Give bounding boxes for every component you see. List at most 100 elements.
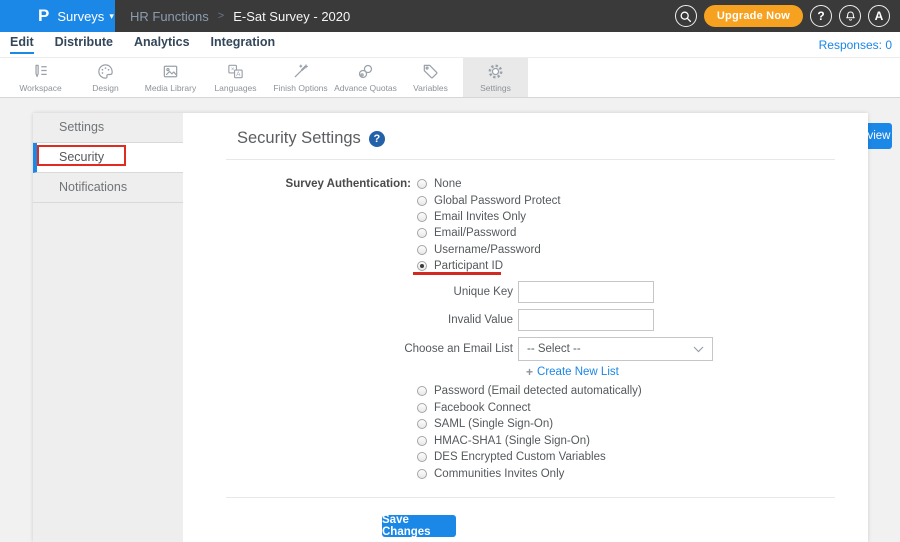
sidebar-item-label: Security <box>59 150 104 164</box>
product-label: Surveys <box>57 9 104 24</box>
radio-option-des-encrypted-custom-variables[interactable]: DES Encrypted Custom Variables <box>417 449 642 466</box>
tool-label: Variables <box>413 83 448 93</box>
chevron-down-icon <box>693 346 704 353</box>
design-icon <box>96 62 115 81</box>
page-title-text: Security Settings <box>237 129 361 148</box>
sidebar-item-notifications[interactable]: Notifications <box>33 173 183 203</box>
auth-options-bottom: Password (Email detected automatically) … <box>417 383 642 482</box>
plus-icon: + <box>526 365 533 379</box>
radio-option-email-password[interactable]: Email/Password <box>417 225 561 241</box>
responses-count[interactable]: Responses: 0 <box>819 38 892 52</box>
radio-icon <box>417 436 427 446</box>
questionpro-logo-icon: P <box>38 6 49 26</box>
page-title: Security Settings ? <box>237 129 385 148</box>
radio-option-participant-id[interactable]: Participant ID <box>417 258 561 274</box>
tool-settings[interactable]: Settings <box>463 58 528 97</box>
title-divider <box>226 159 835 160</box>
tool-label: Media Library <box>145 83 197 93</box>
topbar-actions: Upgrade Now ? A <box>675 5 900 27</box>
advance-quotas-icon <box>356 62 375 81</box>
tool-label: Design <box>92 83 118 93</box>
footer-divider <box>226 497 835 498</box>
avatar[interactable]: A <box>868 5 890 27</box>
search-button[interactable] <box>675 5 697 27</box>
languages-icon: ×A <box>226 62 245 81</box>
tab-edit[interactable]: Edit <box>10 35 34 54</box>
unique-key-label: Unique Key <box>183 286 518 298</box>
radio-icon <box>417 212 427 222</box>
radio-icon <box>417 386 427 396</box>
settings-sidebar: Settings Security Notifications <box>33 113 183 542</box>
unique-key-input[interactable] <box>518 281 654 303</box>
radio-icon <box>417 469 427 479</box>
settings-panel: Settings Security Notifications Security… <box>33 113 868 542</box>
bell-icon <box>844 10 857 23</box>
survey-authentication-row: Survey Authentication: None Global Passw… <box>183 176 561 274</box>
sidebar-item-security[interactable]: Security <box>33 143 183 173</box>
tool-label: Finish Options <box>273 83 327 93</box>
tool-finish-options[interactable]: Finish Options <box>268 58 333 97</box>
tool-design[interactable]: Design <box>73 58 138 97</box>
radio-option-saml-sso[interactable]: SAML (Single Sign-On) <box>417 416 642 433</box>
tool-variables[interactable]: Variables <box>398 58 463 97</box>
radio-option-email-invites-only[interactable]: Email Invites Only <box>417 209 561 225</box>
breadcrumb-separator-icon: > <box>218 10 224 22</box>
radio-option-none[interactable]: None <box>417 176 561 192</box>
tab-distribute[interactable]: Distribute <box>55 35 113 54</box>
breadcrumb-survey-name: E-Sat Survey - 2020 <box>233 9 350 24</box>
unique-key-row: Unique Key <box>183 281 654 303</box>
radio-icon <box>417 245 427 255</box>
sidebar-item-settings[interactable]: Settings <box>33 113 183 143</box>
notifications-button[interactable] <box>839 5 861 27</box>
workspace-icon <box>31 62 50 81</box>
radio-icon <box>417 403 427 413</box>
radio-option-communities-invites-only[interactable]: Communities Invites Only <box>417 466 642 483</box>
tool-advance-quotas[interactable]: Advance Quotas <box>333 58 398 97</box>
security-settings-main: Security Settings ? Survey Authenticatio… <box>183 113 868 542</box>
upgrade-now-button[interactable]: Upgrade Now <box>704 5 803 27</box>
variables-icon <box>421 62 440 81</box>
email-list-row: Choose an Email List -- Select -- <box>183 337 713 361</box>
save-changes-button[interactable]: Save Changes <box>382 515 456 537</box>
finish-options-icon <box>291 62 310 81</box>
survey-authentication-label: Survey Authentication: <box>183 176 411 274</box>
toolbar-tools: Workspace Design Media Library ×A Langua… <box>8 58 528 97</box>
tab-analytics[interactable]: Analytics <box>134 35 190 54</box>
tool-languages[interactable]: ×A Languages <box>203 58 268 97</box>
tool-workspace[interactable]: Workspace <box>8 58 73 97</box>
radio-icon <box>417 419 427 429</box>
radio-checked-icon <box>417 261 427 271</box>
sidebar-item-label: Notifications <box>59 180 127 194</box>
help-button[interactable]: ? <box>810 5 832 27</box>
breadcrumb: HR Functions > E-Sat Survey - 2020 <box>130 9 350 24</box>
annotation-red-underline <box>413 272 501 275</box>
create-new-list-label: Create New List <box>537 366 619 378</box>
invalid-value-input[interactable] <box>518 309 654 331</box>
tool-media-library[interactable]: Media Library <box>138 58 203 97</box>
tool-label: Languages <box>214 83 256 93</box>
media-library-icon <box>161 62 180 81</box>
email-list-select[interactable]: -- Select -- <box>518 337 713 361</box>
survey-nav-tabs: Edit Distribute Analytics Integration Re… <box>0 32 900 58</box>
radio-option-global-password-protect[interactable]: Global Password Protect <box>417 192 561 208</box>
tab-integration[interactable]: Integration <box>211 35 276 54</box>
invalid-value-row: Invalid Value <box>183 309 654 331</box>
surveys-menu[interactable]: P Surveys ▾ <box>0 0 115 32</box>
tool-label: Settings <box>480 83 511 93</box>
breadcrumb-folder[interactable]: HR Functions <box>130 9 209 24</box>
create-new-list-link[interactable]: + Create New List <box>526 365 619 379</box>
radio-icon <box>417 228 427 238</box>
radio-icon <box>417 452 427 462</box>
help-circle-icon[interactable]: ? <box>369 131 385 147</box>
email-list-selected-value: -- Select -- <box>527 343 581 355</box>
radio-icon <box>417 179 427 189</box>
radio-option-username-password[interactable]: Username/Password <box>417 242 561 258</box>
radio-option-facebook-connect[interactable]: Facebook Connect <box>417 400 642 417</box>
search-icon <box>679 10 692 23</box>
chevron-down-icon: ▾ <box>109 11 114 22</box>
radio-icon <box>417 196 427 206</box>
invalid-value-label: Invalid Value <box>183 314 518 326</box>
radio-option-password-email-detected[interactable]: Password (Email detected automatically) <box>417 383 642 400</box>
top-bar: P Surveys ▾ HR Functions > E-Sat Survey … <box>0 0 900 32</box>
radio-option-hmac-sha1-sso[interactable]: HMAC-SHA1 (Single Sign-On) <box>417 433 642 450</box>
